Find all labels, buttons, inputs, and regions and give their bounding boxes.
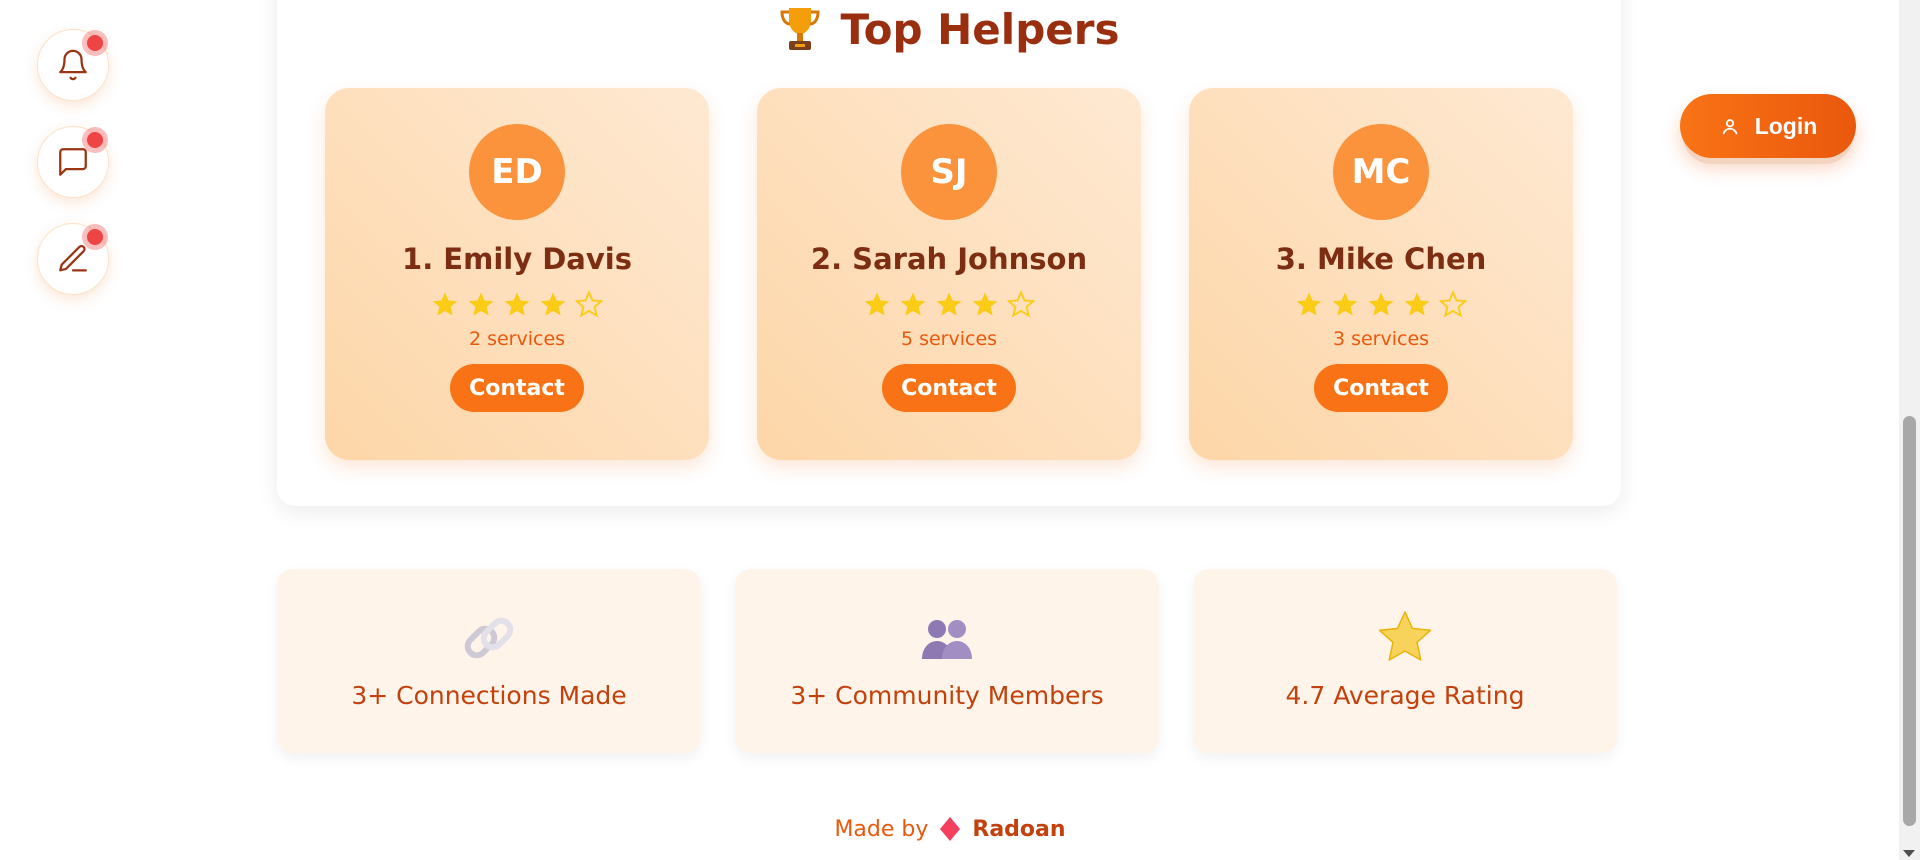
star-filled-icon	[1368, 292, 1394, 316]
helper-card: SJ 2. Sarah Johnson 5 services Contact	[757, 88, 1141, 460]
helper-name: 1. Emily Davis	[402, 242, 632, 276]
service-count: 2 services	[468, 328, 566, 350]
helpers-list: ED 1. Emily Davis 2 services Contact SJ …	[325, 88, 1573, 460]
service-count: 3 services	[1332, 328, 1430, 350]
star-filled-icon	[468, 292, 494, 316]
scroll-down-arrow-icon[interactable]	[1903, 850, 1915, 857]
helper-name: 3. Mike Chen	[1275, 242, 1487, 276]
star-filled-icon	[504, 292, 530, 316]
star-rating	[863, 290, 1035, 318]
helper-card: MC 3. Mike Chen 3 services Contact	[1189, 88, 1573, 460]
quick-actions	[37, 29, 109, 295]
star-rating	[1295, 290, 1467, 318]
star-filled-icon	[900, 292, 926, 316]
stat-card-rating: 4.7 Average Rating	[1193, 569, 1617, 753]
scrollbar[interactable]	[1899, 0, 1920, 860]
bell-icon	[59, 49, 87, 81]
stat-label: 4.7 Average Rating	[1285, 681, 1525, 710]
star-outline-icon	[1007, 290, 1035, 318]
compose-button[interactable]	[37, 223, 109, 295]
notification-badge	[82, 127, 108, 153]
avatar: ED	[469, 124, 565, 220]
trophy-icon	[780, 8, 820, 50]
star-filled-icon	[864, 292, 890, 316]
scrollbar-thumb[interactable]	[1903, 416, 1916, 826]
diamond-icon	[940, 817, 961, 841]
stats-row: 3+ Connections Made 3+ Community Members…	[277, 569, 1617, 753]
star-outline-icon	[1439, 290, 1467, 318]
stat-card-members: 3+ Community Members	[735, 569, 1159, 753]
stat-label: 3+ Community Members	[790, 681, 1104, 710]
messages-button[interactable]	[37, 126, 109, 198]
helper-card: ED 1. Emily Davis 2 services Contact	[325, 88, 709, 460]
top-helpers-panel: Top Helpers ED 1. Emily Davis 2 services…	[277, 0, 1621, 506]
user-icon	[1722, 119, 1738, 135]
stat-label: 3+ Connections Made	[351, 681, 627, 710]
notification-badge	[82, 224, 108, 250]
star-outline-icon	[575, 290, 603, 318]
star-filled-icon	[432, 292, 458, 316]
notification-badge	[82, 30, 108, 56]
link-icon	[464, 617, 514, 659]
message-icon	[59, 148, 87, 176]
service-count: 5 services	[900, 328, 998, 350]
login-label: Login	[1754, 112, 1818, 139]
star-filled-icon	[1296, 292, 1322, 316]
notifications-button[interactable]	[37, 29, 109, 101]
people-icon	[922, 620, 972, 659]
star-rating	[431, 290, 603, 318]
contact-button[interactable]: Contact	[450, 364, 584, 412]
brand-link[interactable]: Radoan	[972, 817, 1065, 842]
star-filled-icon	[1404, 292, 1430, 316]
login-button[interactable]: Login	[1680, 94, 1856, 158]
section-title-text: Top Helpers	[840, 4, 1120, 54]
star-icon	[1378, 611, 1432, 661]
avatar: MC	[1333, 124, 1429, 220]
contact-button[interactable]: Contact	[1314, 364, 1448, 412]
contact-button[interactable]: Contact	[882, 364, 1016, 412]
section-title: Top Helpers	[277, 0, 1621, 58]
footer: Made by Radoan	[0, 816, 1900, 842]
stat-card-connections: 3+ Connections Made	[277, 569, 701, 753]
star-filled-icon	[972, 292, 998, 316]
made-by-text: Made by	[834, 816, 929, 842]
star-filled-icon	[540, 292, 566, 316]
star-filled-icon	[936, 292, 962, 316]
pen-icon	[59, 244, 87, 272]
helper-name: 2. Sarah Johnson	[810, 242, 1088, 276]
avatar: SJ	[901, 124, 997, 220]
star-filled-icon	[1332, 292, 1358, 316]
